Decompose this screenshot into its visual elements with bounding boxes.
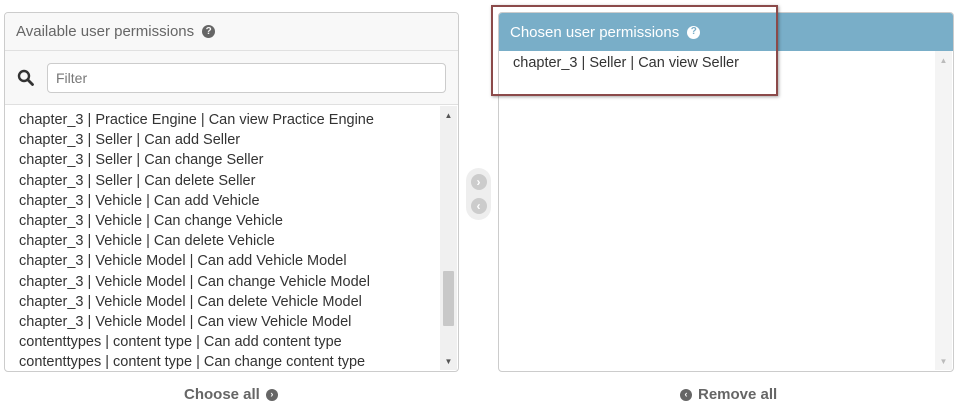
help-icon[interactable]: ? bbox=[202, 25, 216, 38]
chosen-permissions-list[interactable]: chapter_3 | Seller | Can view Seller bbox=[499, 51, 953, 371]
available-list-scrollbar[interactable]: ▲ ▼ bbox=[440, 106, 457, 370]
available-permissions-title: Available user permissions bbox=[16, 23, 195, 40]
chosen-permissions-header: Chosen user permissions ? bbox=[499, 13, 953, 51]
scroll-down-icon[interactable]: ▼ bbox=[935, 354, 952, 368]
scroll-down-icon[interactable]: ▼ bbox=[440, 354, 457, 368]
permission-option[interactable]: chapter_3 | Vehicle Model | Can add Vehi… bbox=[19, 251, 458, 271]
choose-all-label: Choose all bbox=[184, 386, 260, 403]
permission-option[interactable]: chapter_3 | Vehicle Model | Can view Veh… bbox=[19, 312, 458, 332]
permission-option[interactable]: chapter_3 | Vehicle | Can change Vehicle bbox=[19, 211, 458, 231]
permission-option[interactable]: chapter_3 | Seller | Can delete Seller bbox=[19, 171, 458, 191]
remove-all-link[interactable]: ‹ Remove all bbox=[680, 386, 777, 403]
permission-option[interactable]: chapter_3 | Practice Engine | Can view P… bbox=[19, 110, 458, 130]
chosen-list-scrollbar[interactable]: ▲ ▼ bbox=[935, 51, 952, 370]
permission-option[interactable]: chapter_3 | Vehicle | Can add Vehicle bbox=[19, 191, 458, 211]
permission-option[interactable]: chapter_3 | Vehicle Model | Can change V… bbox=[19, 272, 458, 292]
permission-option[interactable]: chapter_3 | Seller | Can change Seller bbox=[19, 150, 458, 170]
available-permissions-header: Available user permissions ? bbox=[5, 13, 458, 51]
arrow-right-circle-icon[interactable]: › bbox=[470, 174, 487, 190]
permission-option[interactable]: chapter_3 | Vehicle | Can delete Vehicle bbox=[19, 231, 458, 251]
chosen-permissions-title: Chosen user permissions bbox=[510, 23, 680, 41]
permission-option[interactable]: chapter_3 | Seller | Can view Seller bbox=[513, 53, 953, 73]
available-permissions-list[interactable]: chapter_3 | Practice Engine | Can view P… bbox=[5, 106, 458, 371]
help-icon[interactable]: ? bbox=[687, 25, 701, 39]
filter-input[interactable] bbox=[47, 62, 446, 93]
scroll-up-icon[interactable]: ▲ bbox=[440, 108, 457, 122]
permission-option[interactable]: chapter_3 | Seller | Can add Seller bbox=[19, 130, 458, 150]
permission-option[interactable]: chapter_3 | Vehicle Model | Can delete V… bbox=[19, 292, 458, 312]
scroll-thumb[interactable] bbox=[443, 271, 454, 326]
permission-option[interactable]: contenttypes | content type | Can add co… bbox=[19, 332, 458, 352]
chevron-left-circle-icon: ‹ bbox=[680, 388, 692, 401]
filter-row bbox=[5, 51, 458, 105]
permission-option[interactable]: contenttypes | content type | Can change… bbox=[19, 352, 458, 371]
available-permissions-panel: Available user permissions ? chapter_3 |… bbox=[4, 12, 459, 372]
scroll-up-icon[interactable]: ▲ bbox=[935, 53, 952, 67]
chevron-right-circle-icon: › bbox=[265, 388, 278, 401]
chosen-permissions-panel: Chosen user permissions ? chapter_3 | Se… bbox=[498, 12, 954, 372]
remove-all-label: Remove all bbox=[698, 386, 778, 403]
arrow-left-circle-icon[interactable]: ‹ bbox=[470, 198, 487, 214]
search-icon bbox=[17, 63, 47, 93]
selector-mover: › ‹ bbox=[466, 168, 491, 220]
choose-all-link[interactable]: Choose all › bbox=[184, 386, 278, 403]
